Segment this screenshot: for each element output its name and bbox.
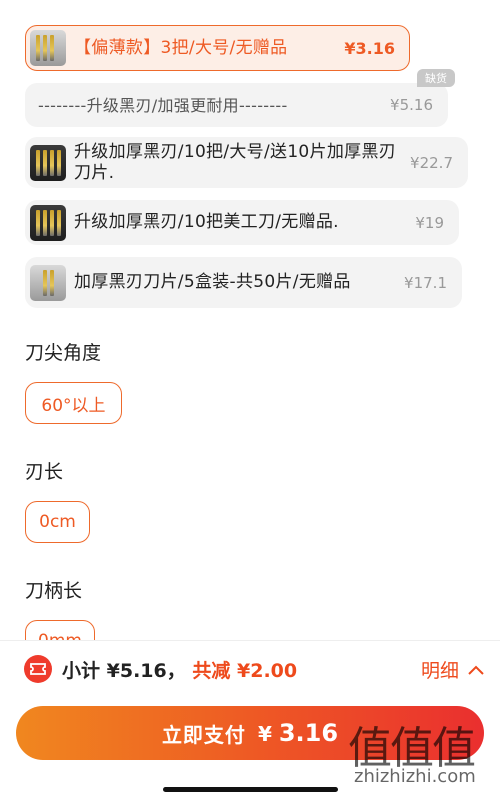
spec-title-tip-angle: 刀尖角度 [25,342,102,364]
sku-option-label: 加厚黑刃刀片/5盒装-共50片/无赠品 [74,272,351,292]
out-of-stock-badge: 缺货 [417,69,455,87]
blade-pack-light-icon [30,30,66,66]
blade-box-light-icon [30,264,66,301]
sku-option-thin-3pcs[interactable]: 【偏薄款】3把/大号/无赠品 ¥3.16 [25,25,410,71]
chevron-up-icon [468,665,484,675]
sku-option-label: 升级加厚黑刃/10把/大号/送10片加厚黑刃刀片. [74,141,397,183]
pay-now-button[interactable]: 立即支付 ¥ 3.16 [16,706,484,760]
sku-option-label: 升级加厚黑刃/10把美工刀/无赠品. [74,212,339,232]
spec-chip-tip-angle[interactable]: 60°以上 [25,382,122,424]
blade-pack-dark-icon [30,144,66,181]
sku-option-price: ¥17.1 [404,273,447,292]
sku-option-price: ¥5.16 [390,96,433,114]
blade-pack-dark-icon [30,204,66,241]
spec-chip-blade-length[interactable]: 0cm [25,501,90,543]
sku-option-black-blade-header[interactable]: --------升级黑刃/加强更耐用-------- ¥5.16 [25,83,448,127]
price-summary: 小计 ¥5.16， 共减 ¥2.00 [62,656,297,683]
subtotal-label: 小计 [62,660,101,682]
price-detail-toggle[interactable]: 明细 [421,656,485,683]
pay-amount: ¥ 3.16 [258,719,338,747]
pay-now-label: 立即支付 [161,722,246,747]
spec-title-blade-length: 刃长 [25,461,64,483]
sku-option-10pcs-no-gift[interactable]: 升级加厚黑刃/10把美工刀/无赠品. ¥19 [25,200,459,245]
spec-title-handle-length: 刀柄长 [25,580,83,602]
sku-option-label: --------升级黑刃/加强更耐用-------- [38,95,288,115]
sku-option-blade-refill-5box[interactable]: 加厚黑刃刀片/5盒装-共50片/无赠品 ¥17.1 [25,257,462,308]
sku-option-price: ¥19 [415,213,444,232]
discount-value: ¥2.00 [237,660,298,682]
subtotal-value: ¥5.16， [106,660,186,682]
detail-label: 明细 [421,660,460,682]
discount-label: 共减 [192,660,231,682]
sku-option-label: 【偏薄款】3把/大号/无赠品 [74,37,288,58]
sku-option-10pcs-with-blades[interactable]: 升级加厚黑刃/10把/大号/送10片加厚黑刃刀片. ¥22.7 [25,137,468,188]
sku-option-price: ¥3.16 [344,38,395,58]
sku-option-price: ¥22.7 [410,153,453,172]
home-indicator [163,787,338,792]
pay-amount-value: 3.16 [278,719,339,747]
pay-currency: ¥ [257,722,272,746]
coupon-icon [24,655,52,683]
